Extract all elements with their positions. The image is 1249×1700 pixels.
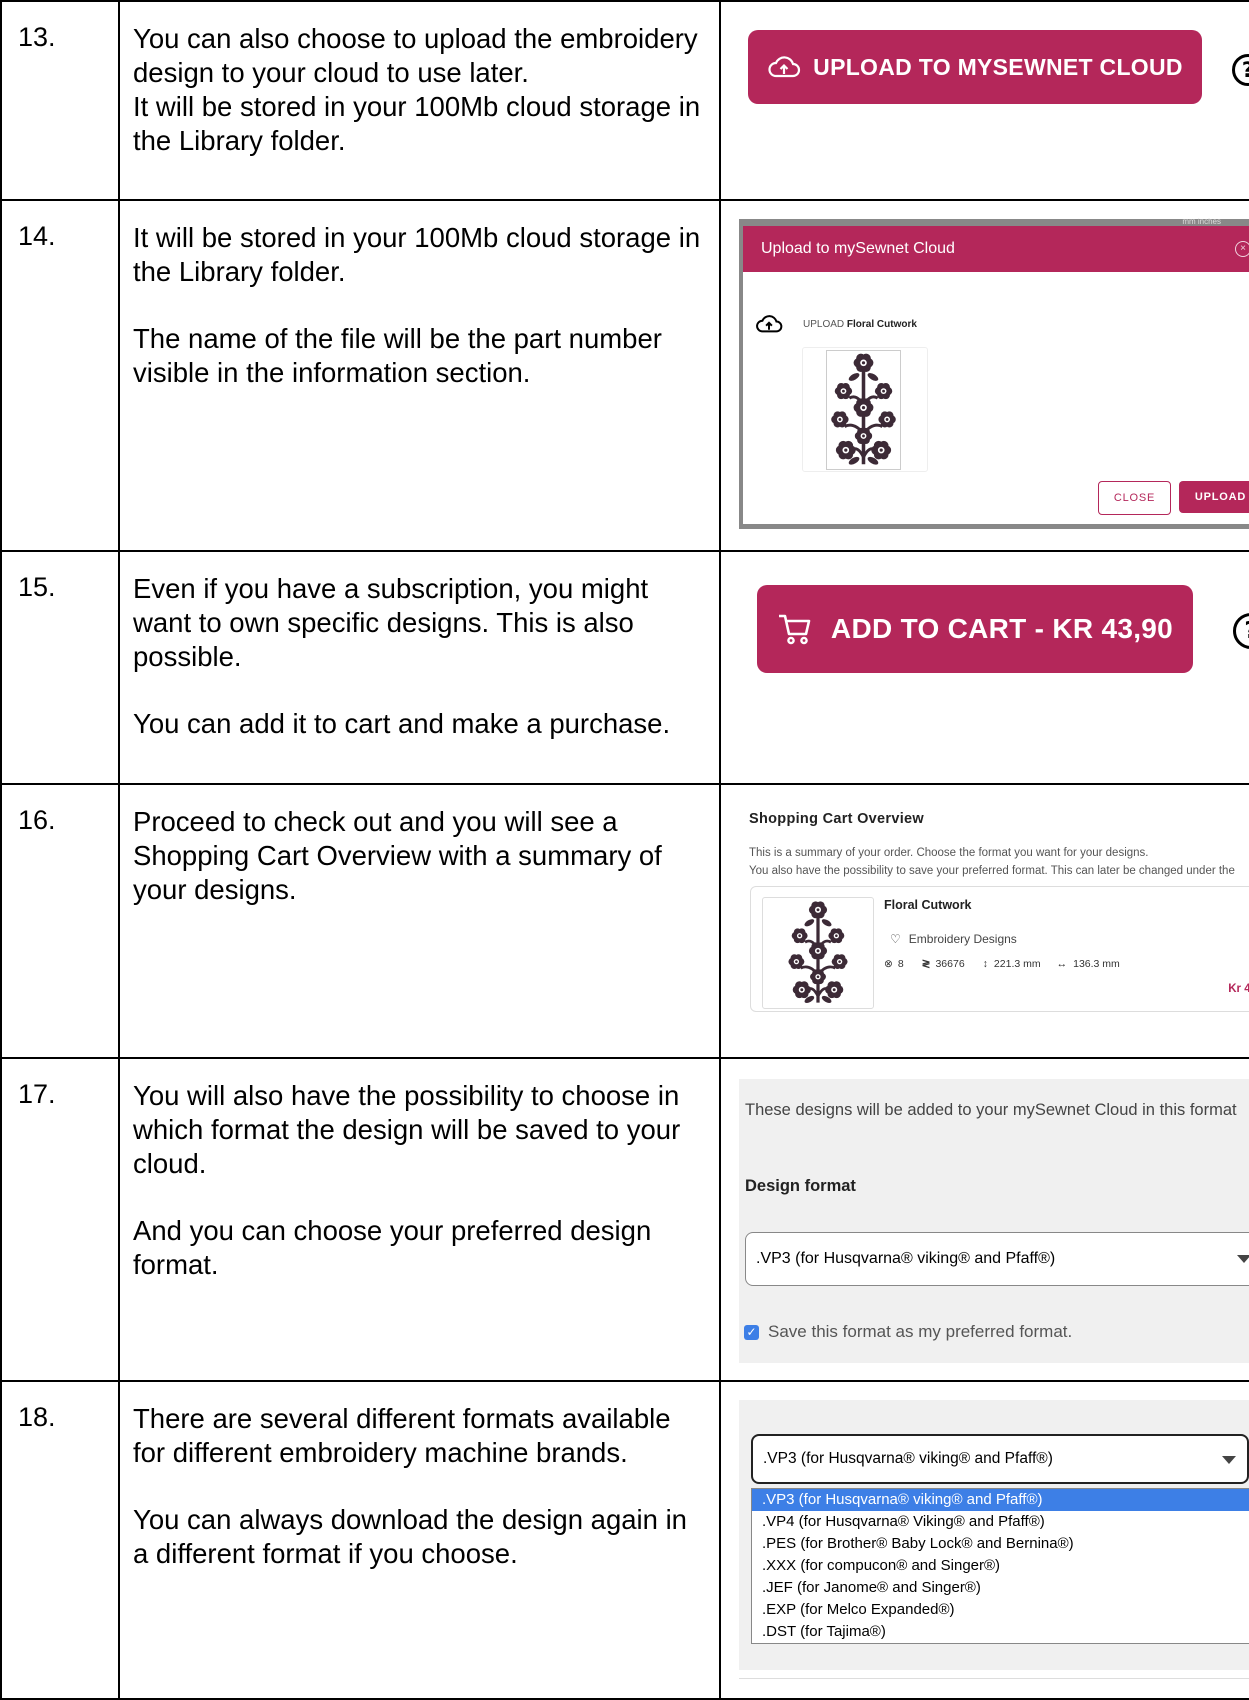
selected-format: .VP3 (for Husqvarna® viking® and Pfaff®) — [763, 1450, 1053, 1467]
width-icon: ↔ — [1056, 958, 1068, 970]
design-width: 136.3 mm — [1073, 958, 1120, 970]
close-button[interactable]: CLOSE — [1098, 481, 1171, 515]
divider — [739, 1678, 1249, 1679]
paragraph: Even if you have a subscription, you mig… — [133, 573, 649, 672]
paragraph: You can always download the design again… — [133, 1504, 687, 1569]
paragraph: And you can choose your preferred design… — [133, 1215, 652, 1280]
instructions-table: 13. You can also choose to upload the em… — [0, 0, 1249, 1700]
paragraph: It will be stored in your 100Mb cloud st… — [133, 222, 701, 287]
screenshot-cell: Shopping Cart Overview This is a summary… — [719, 783, 1249, 1059]
step-number: 14. — [0, 199, 120, 552]
format-label: Design format — [745, 1177, 856, 1195]
format-option[interactable]: .EXP (for Melco Expanded®) — [752, 1599, 1249, 1621]
step-text: There are several different formats avai… — [118, 1380, 721, 1700]
screenshot-cell: These designs will be added to your mySe… — [719, 1057, 1249, 1382]
step-number: 13. — [0, 0, 120, 201]
cart-title: Shopping Cart Overview — [749, 811, 924, 827]
paragraph: There are several different formats avai… — [133, 1403, 671, 1468]
screenshot-cell: mm inches Upload to mySewnet Cloud × UPL… — [719, 199, 1249, 552]
cloud-upload-icon — [756, 315, 783, 333]
help-icon[interactable]: ? — [1232, 54, 1249, 86]
chevron-down-icon — [1237, 1255, 1249, 1263]
paragraph: You can also choose to upload the embroi… — [133, 23, 701, 156]
row-15: 15. Even if you have a subscription, you… — [0, 550, 1249, 785]
colors-icon: ⊗ — [884, 958, 893, 970]
selected-format: .VP3 (for Husqvarna® viking® and Pfaff®) — [756, 1250, 1056, 1267]
design-format-select[interactable]: .VP3 (for Husqvarna® viking® and Pfaff®) — [745, 1232, 1249, 1286]
design-height: 221.3 mm — [993, 958, 1041, 970]
cart-item: Floral Cutwork × ♡ Embroidery Designs ⊗8… — [750, 886, 1249, 1012]
upload-row: UPLOAD Floral Cutwork — [755, 314, 917, 334]
format-option[interactable]: .XXX (for compucon® and Singer®) — [752, 1555, 1249, 1577]
format-option[interactable]: .JEF (for Janome® and Singer®) — [752, 1577, 1249, 1599]
paragraph: Proceed to check out and you will see a … — [133, 806, 662, 905]
design-name: Floral Cutwork — [846, 318, 917, 330]
cart-icon — [778, 614, 811, 645]
screenshot-cell: ADD TO CART - KR 43,90 ? — [719, 550, 1249, 785]
row-16: 16. Proceed to check out and you will se… — [0, 783, 1249, 1059]
step-text: It will be stored in your 100Mb cloud st… — [118, 199, 721, 552]
screenshot-cell: .VP3 (for Husqvarna® viking® and Pfaff®)… — [719, 1380, 1249, 1700]
item-price: Kr 43,90 — [1228, 983, 1249, 995]
upload-prefix: UPLOAD — [803, 318, 845, 330]
format-option[interactable]: .DST (for Tajima®) — [752, 1621, 1249, 1643]
step-text: You can also choose to upload the embroi… — [118, 0, 721, 201]
color-count: 8 — [897, 958, 904, 970]
row-17: 17. You will also have the possibility t… — [0, 1057, 1249, 1382]
design-thumbnail — [762, 897, 874, 1009]
step-number: 16. — [0, 783, 120, 1059]
close-icon[interactable]: × — [1235, 241, 1249, 257]
button-label: ADD TO CART - KR 43,90 — [830, 613, 1174, 644]
upload-modal: Upload to mySewnet Cloud × UPLOAD Floral… — [743, 226, 1249, 524]
format-options-list: .VP3 (for Husqvarna® viking® and Pfaff®)… — [751, 1488, 1249, 1644]
step-number: 15. — [0, 550, 120, 785]
format-panel: These designs will be added to your mySe… — [739, 1079, 1249, 1363]
cart-description: This is a summary of your order. Choose … — [749, 847, 1149, 859]
floral-design-icon — [788, 901, 848, 1004]
design-format-select[interactable]: .VP3 (for Husqvarna® viking® and Pfaff®) — [751, 1434, 1249, 1484]
cart-description: You also have the possibility to save yo… — [749, 865, 1235, 877]
item-specs: ⊗ 8 ≷ 36676 ↕ 221.3 mm ↔ 136.3 mm — [884, 958, 1120, 970]
paragraph: The name of the file will be the part nu… — [133, 323, 662, 388]
upload-button[interactable]: UPLOAD — [1179, 481, 1249, 513]
step-number: 17. — [0, 1057, 120, 1382]
paragraph: You can add it to cart and make a purcha… — [133, 708, 671, 739]
paragraph: You will also have the possibility to ch… — [133, 1080, 681, 1179]
format-dropdown-panel: .VP3 (for Husqvarna® viking® and Pfaff®)… — [739, 1400, 1249, 1670]
height-icon: ↕ — [982, 958, 988, 970]
row-13: 13. You can also choose to upload the em… — [0, 0, 1249, 201]
embroidery-icon: ♡ — [890, 932, 901, 946]
item-name: Floral Cutwork — [884, 898, 972, 912]
format-option[interactable]: .VP4 (for Husqvarna® Viking® and Pfaff®) — [752, 1511, 1249, 1533]
modal-title: Upload to mySewnet Cloud — [761, 240, 955, 257]
step-text: Even if you have a subscription, you mig… — [118, 550, 721, 785]
floral-design-icon — [831, 353, 896, 465]
step-text: You will also have the possibility to ch… — [118, 1057, 721, 1382]
cloud-upload-icon — [768, 56, 801, 78]
screenshot-cell: UPLOAD TO MYSEWNET CLOUD ? — [719, 0, 1249, 201]
format-info: These designs will be added to your mySe… — [745, 1101, 1237, 1119]
upload-to-cloud-button[interactable]: UPLOAD TO MYSEWNET CLOUD — [748, 30, 1202, 104]
item-category: ♡ Embroidery Designs — [890, 932, 1017, 946]
row-18: 18. There are several different formats … — [0, 1380, 1249, 1700]
stitch-count: 36676 — [935, 958, 965, 970]
format-option[interactable]: .PES (for Brother® Baby Lock® and Bernin… — [752, 1533, 1249, 1555]
chevron-down-icon — [1222, 1456, 1236, 1464]
design-preview — [826, 350, 901, 470]
checkbox-label: Save this format as my preferred format. — [768, 1322, 1073, 1341]
stitches-icon: ≷ — [921, 958, 931, 970]
modal-header: Upload to mySewnet Cloud × — [743, 226, 1249, 272]
step-number: 18. — [0, 1380, 120, 1700]
row-14: 14. It will be stored in your 100Mb clou… — [0, 199, 1249, 552]
units-label: mm inches — [1182, 217, 1221, 226]
format-option[interactable]: .VP3 (for Husqvarna® viking® and Pfaff®) — [752, 1489, 1249, 1511]
preferred-format-checkbox[interactable]: ✓ — [744, 1324, 759, 1340]
preferred-format-row: ✓ Save this format as my preferred forma… — [744, 1322, 1072, 1342]
button-label: UPLOAD TO MYSEWNET CLOUD — [813, 53, 1183, 80]
add-to-cart-button[interactable]: ADD TO CART - KR 43,90 — [757, 585, 1193, 673]
design-thumbnail — [802, 347, 928, 472]
help-icon[interactable]: ? — [1233, 613, 1249, 649]
step-text: Proceed to check out and you will see a … — [118, 783, 721, 1059]
